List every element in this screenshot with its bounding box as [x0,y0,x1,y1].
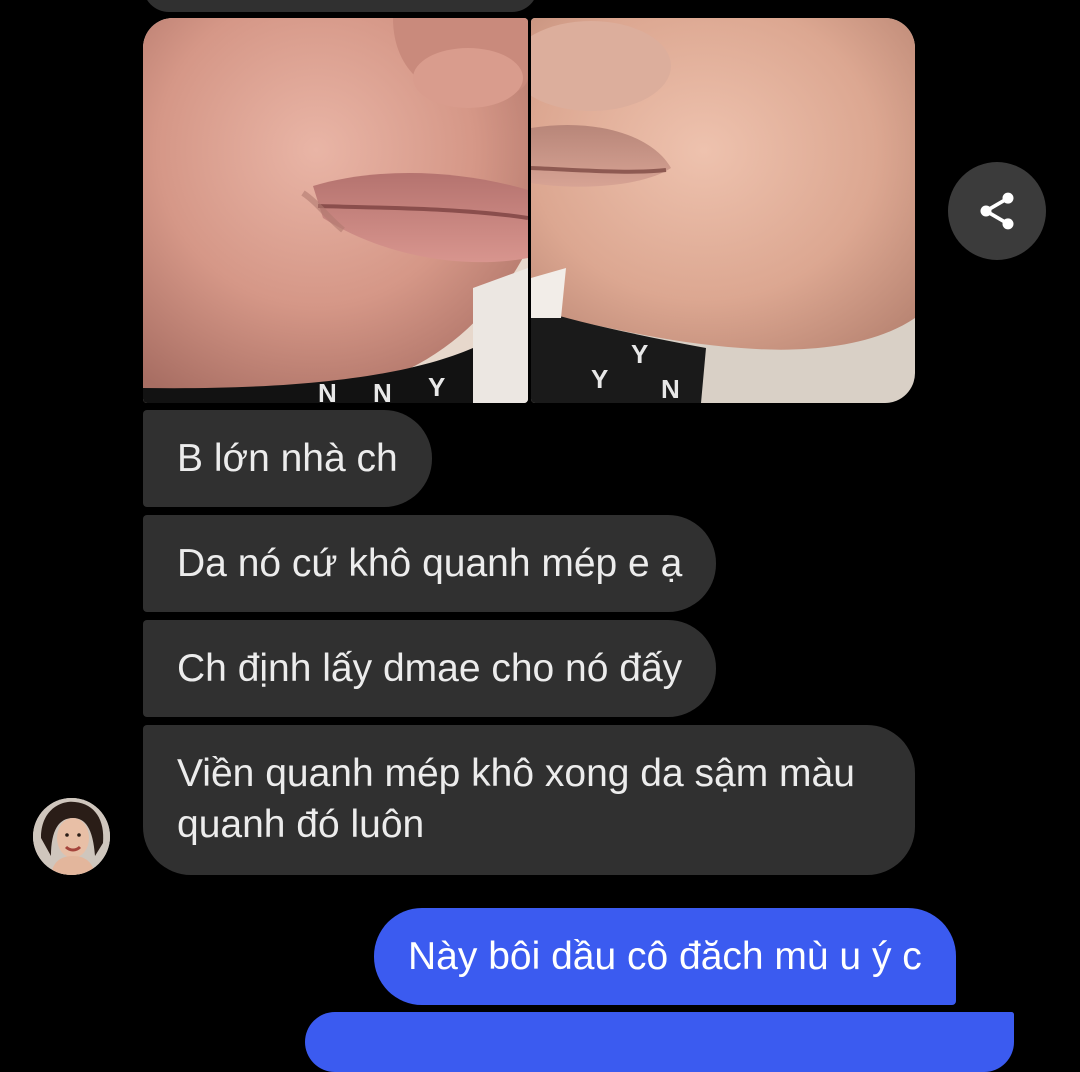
avatar-image [33,798,110,875]
svg-text:N: N [373,378,392,403]
incoming-message[interactable]: B lớn nhà ch [143,410,432,507]
chat-photo-right[interactable]: Y Y N [531,18,915,403]
outgoing-message[interactable]: Này bôi dầu cô đăch mù u ý c [374,908,956,1005]
chat-photo-left[interactable]: N N Y [143,18,528,403]
incoming-message[interactable]: Viền quanh mép khô xong da sậm màu quanh… [143,725,915,875]
message-text: B lớn nhà ch [177,437,398,480]
sender-avatar[interactable] [33,798,110,875]
message-text: Này bôi dầu cô đăch mù u ý c [408,935,922,978]
incoming-message[interactable]: Ch định lấy dmae cho nó đấy [143,620,717,717]
message-text: Viền quanh mép khô xong da sậm màu quanh… [177,752,855,846]
svg-text:Y: Y [631,339,648,369]
svg-text:Y: Y [428,372,445,402]
outgoing-message[interactable] [305,1012,1014,1072]
face-photo-left: N N Y [143,18,528,403]
message-text: Da nó cứ khô quanh mép e ạ [177,542,683,585]
previous-message-bubble[interactable] [143,0,538,12]
svg-text:N: N [661,374,680,403]
share-icon [980,192,1014,230]
svg-text:Y: Y [591,364,608,394]
face-photo-right: Y Y N [531,18,915,403]
svg-text:N: N [318,378,337,403]
incoming-message[interactable]: Da nó cứ khô quanh mép e ạ [143,515,717,612]
share-button[interactable] [948,162,1046,260]
message-text: Ch định lấy dmae cho nó đấy [177,647,683,690]
